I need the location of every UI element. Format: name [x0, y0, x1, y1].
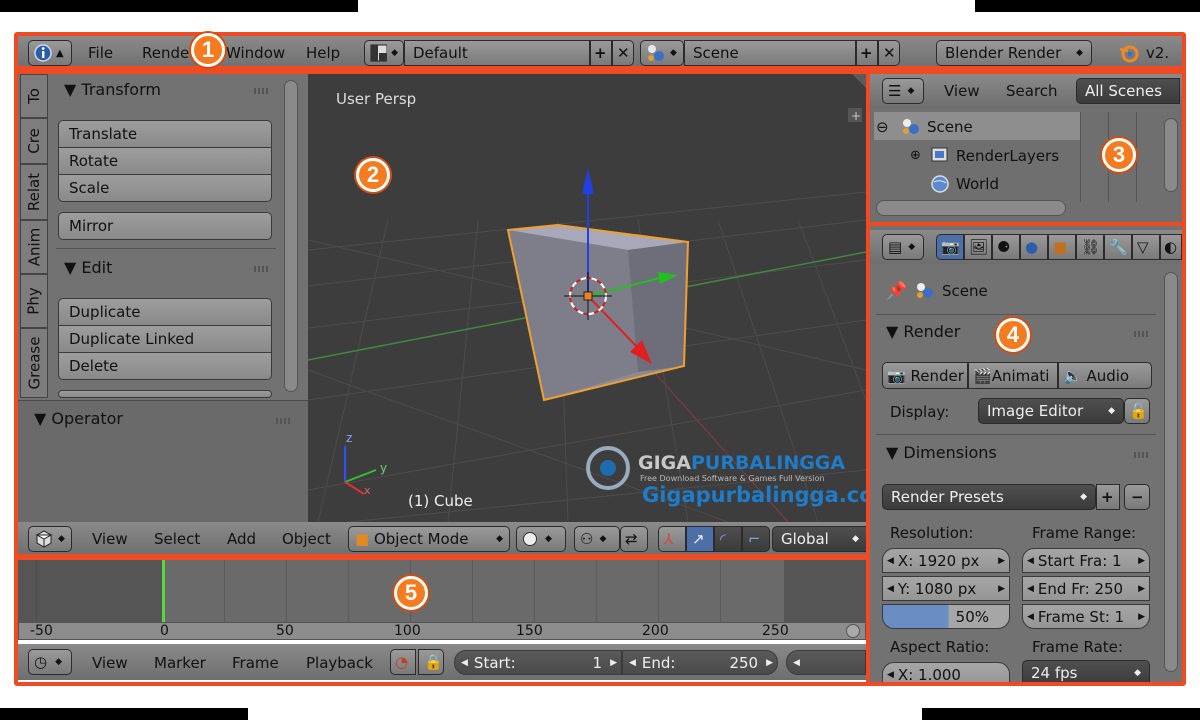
- corner-bar: [0, 0, 358, 12]
- region-frame-timeline: [14, 554, 870, 686]
- screenshot: ▲ File Render Window Help ◆ Default + ✕ …: [0, 0, 1200, 720]
- badge-4: 4: [996, 318, 1030, 352]
- badge-2: 2: [356, 158, 390, 192]
- badge-5: 5: [394, 576, 428, 610]
- region-frame-3d-view: [14, 66, 870, 560]
- corner-bar: [975, 0, 1200, 12]
- region-frame-outliner: [866, 66, 1186, 226]
- badge-3: 3: [1102, 138, 1136, 172]
- badge-1: 1: [191, 33, 225, 67]
- corner-bar: [922, 708, 1200, 720]
- region-frame-properties: [866, 222, 1186, 686]
- corner-bar: [0, 708, 248, 720]
